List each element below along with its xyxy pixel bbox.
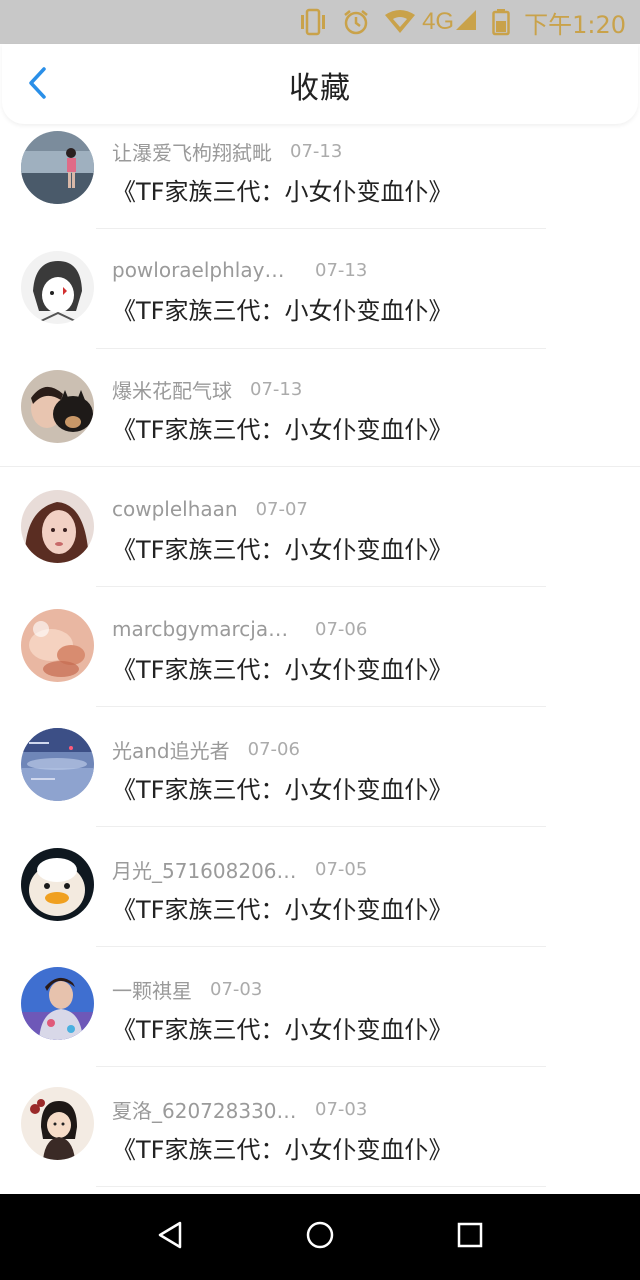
avatar[interactable] [21, 251, 94, 324]
divider [96, 1186, 546, 1187]
list-item[interactable]: 一颗祺星 07-03 《TF家族三代：小女仆变血仆》 [0, 953, 640, 1072]
avatar[interactable] [21, 728, 94, 801]
book-title[interactable]: 《TF家族三代：小女仆变血仆》 [112, 172, 452, 207]
user-name[interactable]: 让瀑爱飞枸翔弑毗 [112, 137, 272, 166]
status-bar: 4G 下午1:20 [0, 0, 640, 44]
divider [96, 1066, 546, 1067]
network-type: 4G [422, 8, 455, 35]
divider [96, 946, 546, 947]
book-title[interactable]: 《TF家族三代：小女仆变血仆》 [112, 291, 452, 326]
list-item[interactable]: 光and追光者 07-06 《TF家族三代：小女仆变血仆》 [0, 713, 640, 832]
list-item[interactable]: cowplelhaan 07-07 《TF家族三代：小女仆变血仆》 [0, 473, 640, 592]
user-name[interactable]: 光and追光者 [112, 735, 230, 764]
favorite-date: 07-07 [255, 498, 308, 520]
user-name[interactable]: 爆米花配气球 [112, 375, 232, 404]
favorite-date: 07-13 [290, 140, 343, 162]
recents-square-icon [456, 1221, 484, 1253]
avatar[interactable] [21, 1087, 94, 1160]
home-circle-icon [305, 1220, 335, 1254]
book-title[interactable]: 《TF家族三代：小女仆变血仆》 [112, 1130, 452, 1165]
user-name[interactable]: cowplelhaan [112, 497, 238, 521]
book-title[interactable]: 《TF家族三代：小女仆变血仆》 [112, 770, 452, 805]
book-title[interactable]: 《TF家族三代：小女仆变血仆》 [112, 530, 452, 565]
favorite-date: 07-05 [315, 858, 368, 880]
signal-icon [456, 8, 478, 36]
clock-time: 下午1:20 [524, 10, 626, 39]
favorite-date: 07-06 [247, 738, 300, 760]
user-name[interactable]: 一颗祺星 [112, 975, 192, 1004]
avatar[interactable] [21, 370, 94, 443]
list-item[interactable]: 爆米花配气球 07-13 《TF家族三代：小女仆变血仆》 [0, 353, 640, 472]
vibrate-icon [298, 8, 328, 36]
list-item[interactable]: marcbgymarcjaco... 07-06 《TF家族三代：小女仆变血仆》 [0, 593, 640, 712]
alarm-icon [342, 8, 370, 36]
favorite-date: 07-06 [315, 618, 368, 640]
user-name[interactable]: 月光_5716082060... [112, 855, 297, 884]
battery-icon [492, 8, 510, 36]
book-title[interactable]: 《TF家族三代：小女仆变血仆》 [112, 410, 452, 445]
list-item[interactable]: 夏洛_6207283305... 07-03 《TF家族三代：小女仆变血仆》 [0, 1073, 640, 1192]
favorite-date: 07-13 [250, 378, 303, 400]
favorites-list: 让瀑爱飞枸翔弑毗 07-13 《TF家族三代：小女仆变血仆》 powlorael… [0, 124, 640, 1194]
favorite-date: 07-03 [210, 978, 263, 1000]
back-triangle-icon [155, 1220, 185, 1254]
avatar[interactable] [21, 967, 94, 1040]
system-navigation-bar [0, 1194, 640, 1280]
user-name[interactable]: 夏洛_6207283305... [112, 1095, 297, 1124]
divider [96, 706, 546, 707]
divider [96, 586, 546, 587]
avatar[interactable] [21, 848, 94, 921]
list-item[interactable]: powloraelphlayurejn 07-13 《TF家族三代：小女仆变血仆… [0, 233, 640, 352]
avatar[interactable] [21, 609, 94, 682]
nav-back-button[interactable] [145, 1212, 195, 1262]
nav-home-button[interactable] [295, 1212, 345, 1262]
list-item[interactable]: 让瀑爱飞枸翔弑毗 07-13 《TF家族三代：小女仆变血仆》 [0, 124, 640, 233]
book-title[interactable]: 《TF家族三代：小女仆变血仆》 [112, 1010, 452, 1045]
avatar[interactable] [21, 131, 94, 204]
list-item[interactable]: 月光_5716082060... 07-05 《TF家族三代：小女仆变血仆》 [0, 833, 640, 952]
divider [96, 228, 546, 229]
user-name[interactable]: marcbgymarcjaco... [112, 617, 297, 641]
favorite-date: 07-13 [315, 259, 368, 281]
divider [0, 466, 640, 467]
divider [96, 348, 546, 349]
avatar[interactable] [21, 490, 94, 563]
book-title[interactable]: 《TF家族三代：小女仆变血仆》 [112, 650, 452, 685]
nav-recents-button[interactable] [445, 1212, 495, 1262]
app-header: 收藏 [2, 44, 638, 124]
divider [96, 826, 546, 827]
wifi-icon [384, 9, 416, 35]
page-title: 收藏 [289, 71, 351, 106]
favorite-date: 07-03 [315, 1098, 368, 1120]
user-name[interactable]: powloraelphlayurejn [112, 258, 297, 282]
book-title[interactable]: 《TF家族三代：小女仆变血仆》 [112, 890, 452, 925]
